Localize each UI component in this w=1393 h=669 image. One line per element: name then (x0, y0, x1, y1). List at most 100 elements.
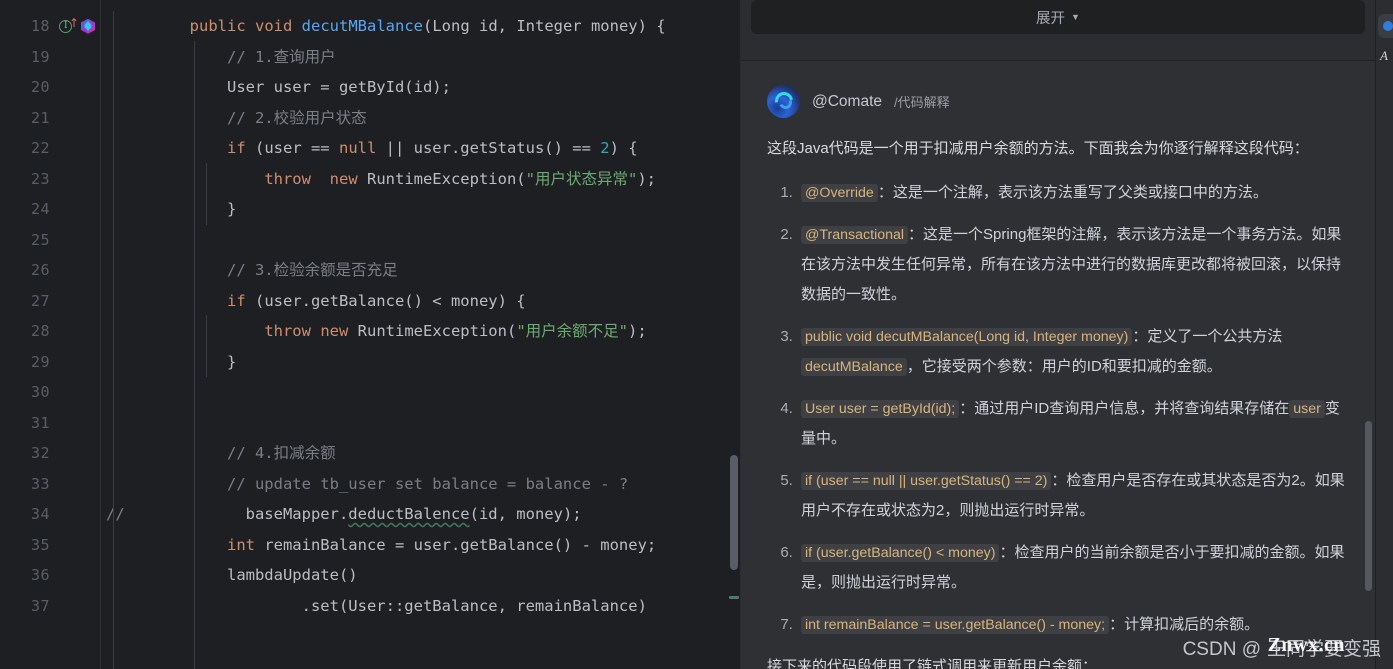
indent-guide (194, 41, 195, 669)
code-line[interactable]: if (user == null || user.getStatus() == … (101, 133, 741, 164)
code-token: ) { (609, 139, 638, 157)
indent-guide (113, 11, 114, 669)
spring-bean-icon[interactable] (81, 18, 95, 34)
assistant-tail-paragraph: 接下来的代码段使用了链式调用来更新用户余额： (767, 658, 1098, 669)
code-line[interactable]: public void decutMBalance(Long id, Integ… (101, 11, 741, 42)
line-number: 34 (30, 505, 50, 524)
code-line[interactable]: throw new RuntimeException("用户余额不足"); (101, 316, 741, 347)
explanation-step-list: @Override：这是一个注解，表示该方法重写了父类或接口中的方法。 @Tran… (767, 178, 1347, 640)
gutter-row[interactable]: 25 (0, 225, 100, 256)
right-tool-strip[interactable]: A (1375, 0, 1393, 669)
editor-marker-warning[interactable] (729, 596, 739, 599)
editor-scrollbar[interactable] (729, 0, 739, 669)
inline-code-chip: public void decutMBalance(Long id, Integ… (801, 328, 1133, 346)
gutter-row[interactable]: 24 (0, 194, 100, 225)
expand-button-label: 展开 (1036, 10, 1066, 27)
explanation-step: @Override：这是一个注解，表示该方法重写了父类或接口中的方法。 (797, 178, 1347, 208)
code-line[interactable] (101, 408, 741, 439)
assistant-message-header: @Comate /代码解释 (767, 85, 1347, 118)
code-line[interactable]: User user = getById(id); (101, 72, 741, 103)
chat-scrollbar-thumb[interactable] (1365, 421, 1372, 591)
code-line[interactable]: lambdaUpdate() (101, 560, 741, 591)
line-number: 37 (30, 596, 50, 615)
gutter-row[interactable]: 30 (0, 377, 100, 408)
gutter-row[interactable]: 29 (0, 347, 100, 378)
step-text: ：计算扣减后的余额。 (1109, 616, 1260, 633)
gutter-row[interactable]: 33 (0, 469, 100, 500)
code-line[interactable]: // 1.查询用户 (101, 42, 741, 73)
gutter-row[interactable]: 21 (0, 103, 100, 134)
gutter-row[interactable]: 26 (0, 255, 100, 286)
agent-command-label: /代码解释 (894, 95, 950, 110)
code-token: // 1.查询用户 (115, 47, 336, 66)
gutter-row[interactable]: 18 I ↑ (0, 11, 100, 42)
line-number: 29 (30, 352, 50, 371)
code-line[interactable]: if (user.getBalance() < money) { (101, 286, 741, 317)
indent-guide (206, 163, 207, 225)
inline-code-chip: int remainBalance = user.getBalance() - … (801, 616, 1110, 634)
code-token: deductBalence (348, 505, 470, 523)
inline-code-chip: decutMBalance (801, 358, 907, 376)
inline-code-chip: @Transactional (801, 226, 909, 244)
gutter-row[interactable]: 32 (0, 438, 100, 469)
code-editor[interactable]: 18 I ↑ 19 20 21 22 23 24 25 26 27 28 29 30 31 32 33 34 35 36… (0, 0, 741, 669)
explanation-step: @Transactional：这是一个Spring框架的注解，表示该方法是一个事… (797, 220, 1347, 310)
code-token: // 3.检验余额是否充足 (115, 261, 398, 279)
comate-chat-panel: 展开 ▼ @Comate /代码解释 这段Java代码是一个用于扣减用户余额的方… (741, 0, 1375, 669)
code-token: // update tb_user set balance = balance … (115, 474, 629, 493)
code-token: void (255, 17, 293, 35)
code-token: lambdaUpdate() (115, 566, 358, 584)
code-line[interactable]: throw new RuntimeException("用户状态异常"); (101, 164, 741, 195)
line-number: 22 (30, 139, 50, 158)
code-line[interactable]: // 4.扣减余额 (101, 438, 741, 469)
line-number: 20 (30, 78, 50, 97)
gutter-row[interactable]: 35 (0, 530, 100, 561)
step-text: ，它接受两个参数：用户的ID和要扣减的金额。 (906, 358, 1222, 375)
code-line[interactable]: } (101, 347, 741, 378)
code-line[interactable]: } (101, 194, 741, 225)
line-number: 23 (30, 169, 50, 188)
gutter-row[interactable]: 20 (0, 72, 100, 103)
code-line[interactable]: // update tb_user set balance = balance … (101, 469, 741, 500)
step-text: ：通过用户ID查询用户信息，并将查询结果存储在 (959, 400, 1290, 417)
implements-arrow-icon[interactable]: I ↑ (59, 17, 79, 34)
explanation-step: User user = getById(id);：通过用户ID查询用户信息，并将… (797, 394, 1347, 454)
gutter-row[interactable]: 27 (0, 286, 100, 317)
gutter-row[interactable]: 22 (0, 133, 100, 164)
chat-scrollbar[interactable] (1365, 171, 1372, 669)
code-token: } (115, 352, 237, 371)
code-line[interactable] (101, 377, 741, 408)
code-token: null (338, 139, 377, 157)
code-token: new (329, 169, 358, 188)
line-number: 36 (30, 566, 50, 585)
gutter-row[interactable]: 37 (0, 591, 100, 622)
code-line[interactable] (101, 225, 741, 256)
gutter-row[interactable]: 19 (0, 42, 100, 73)
code-line[interactable]: // 3.检验余额是否充足 (101, 255, 741, 286)
gutter-row[interactable]: 31 (0, 408, 100, 439)
gutter-row[interactable]: 28 (0, 316, 100, 347)
expand-button[interactable]: 展开 ▼ (751, 0, 1365, 34)
editor-scrollbar-thumb[interactable] (730, 455, 738, 570)
line-number: 24 (30, 200, 50, 219)
code-line[interactable]: // 2.校验用户状态 (101, 103, 741, 134)
code-line[interactable]: baseMapper.deductBalence(id, money); (101, 499, 741, 530)
code-content[interactable]: public void decutMBalance(Long id, Integ… (101, 0, 741, 669)
code-token: throw (264, 169, 311, 188)
gutter-row[interactable]: 23 (0, 164, 100, 195)
gutter-icon-group[interactable]: I ↑ (59, 17, 95, 34)
code-token: (user.getBalance() < money) { (245, 291, 526, 310)
code-token: "用户余额不足" (516, 322, 628, 340)
code-token: ); (637, 169, 656, 188)
line-number-gutter[interactable]: 18 I ↑ 19 20 21 22 23 24 25 26 27 28 29 30 31 32 33 34 35 36… (0, 0, 101, 669)
code-line[interactable]: .set(User::getBalance, remainBalance) (101, 591, 741, 622)
gutter-row[interactable]: 34 (0, 499, 100, 530)
tool-window-icon[interactable] (1378, 14, 1393, 38)
gutter-row[interactable]: 36 (0, 560, 100, 591)
code-line[interactable]: int remainBalance = user.getBalance() - … (101, 530, 741, 561)
code-token: "用户状态异常" (525, 169, 638, 188)
